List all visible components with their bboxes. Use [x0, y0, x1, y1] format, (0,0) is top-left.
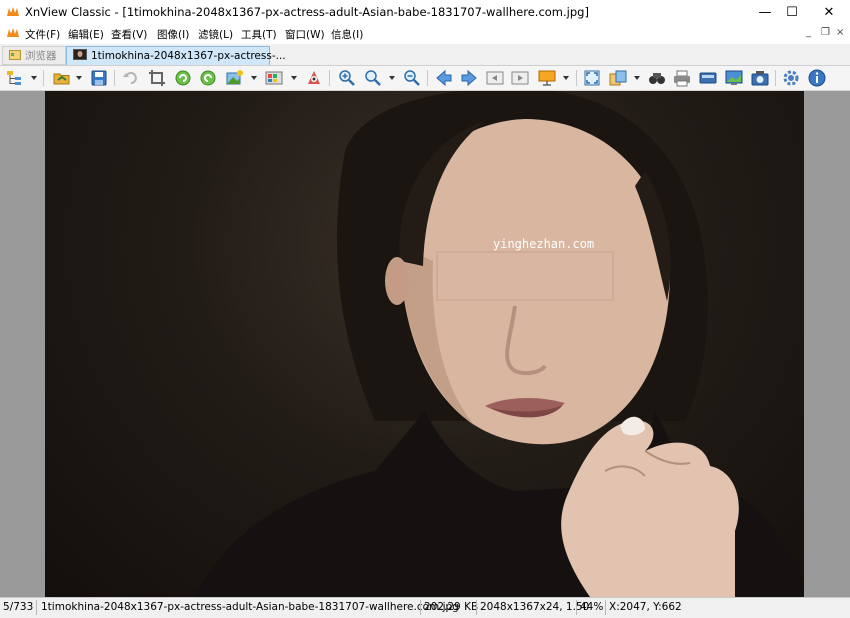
- browser-tab-icon: [9, 49, 21, 63]
- capture-icon[interactable]: [750, 68, 770, 88]
- tab-bar: 浏览器 1timokhina-2048x1367-px-actress-...: [0, 44, 850, 66]
- status-filesize: 202.29 KB: [424, 601, 479, 613]
- status-separator: [420, 600, 421, 615]
- close-button[interactable]: ✕: [812, 0, 846, 24]
- next-icon[interactable]: [459, 68, 479, 88]
- set-wallpaper-icon[interactable]: [724, 68, 744, 88]
- status-dimensions: 2048x1367x24, 1.50: [480, 601, 590, 613]
- image-viewer[interactable]: yinghezhan.com: [0, 91, 850, 597]
- settings-icon[interactable]: [781, 68, 801, 88]
- red-eye-icon[interactable]: [304, 68, 324, 88]
- status-separator: [605, 600, 606, 615]
- portrait-image: [195, 91, 804, 597]
- open-folder-icon[interactable]: [52, 68, 72, 88]
- zoom-dropdown[interactable]: [389, 76, 395, 80]
- app-menu-icon[interactable]: [6, 27, 20, 42]
- zoom-in-icon[interactable]: [337, 68, 357, 88]
- menu-filter[interactable]: 滤镜(L): [198, 27, 233, 42]
- tab-image[interactable]: 1timokhina-2048x1367-px-actress-...: [66, 46, 286, 65]
- status-separator: [476, 600, 477, 615]
- tab-browser[interactable]: 浏览器: [2, 46, 66, 65]
- save-icon[interactable]: [89, 68, 109, 88]
- tree-view-dropdown[interactable]: [31, 76, 37, 80]
- mdi-minimize-button[interactable]: _: [806, 27, 811, 38]
- status-separator: [576, 600, 577, 615]
- rotate-right-icon[interactable]: [198, 68, 218, 88]
- menu-view[interactable]: 查看(V): [111, 27, 147, 42]
- color-dropdown[interactable]: [291, 76, 297, 80]
- toolbar-separator: [427, 70, 428, 86]
- print-icon[interactable]: [672, 68, 692, 88]
- first-image-icon[interactable]: [485, 68, 505, 88]
- status-separator: [36, 600, 37, 615]
- info-icon[interactable]: [807, 68, 827, 88]
- last-image-icon[interactable]: [510, 68, 530, 88]
- scan-icon[interactable]: [698, 68, 718, 88]
- status-bar: 5/733 1timokhina-2048x1367-px-actress-ad…: [0, 597, 850, 618]
- color-palette-icon[interactable]: [264, 68, 284, 88]
- toolbar-separator: [329, 70, 330, 86]
- maximize-button[interactable]: ☐: [775, 0, 809, 24]
- window-title: XnView Classic - [1timokhina-2048x1367-p…: [25, 5, 589, 19]
- status-zoom: 44%: [580, 601, 604, 613]
- status-filename: 1timokhina-2048x1367-px-actress-adult-As…: [41, 601, 459, 613]
- menu-window[interactable]: 窗口(W): [285, 27, 325, 42]
- tab-browser-label: 浏览器: [25, 50, 57, 62]
- rotate-left-icon[interactable]: [173, 68, 193, 88]
- tab-image-label: 1timokhina-2048x1367-px-actress-...: [91, 50, 286, 62]
- open-dropdown[interactable]: [76, 76, 82, 80]
- status-index: 5/733: [3, 601, 34, 613]
- crop-icon[interactable]: [147, 68, 167, 88]
- zoom-icon[interactable]: [363, 68, 383, 88]
- title-bar: XnView Classic - [1timokhina-2048x1367-p…: [0, 0, 850, 24]
- image-tab-icon: [73, 49, 87, 63]
- slideshow-icon[interactable]: [537, 68, 557, 88]
- menu-tools[interactable]: 工具(T): [241, 27, 277, 42]
- toolbar-separator: [43, 70, 44, 86]
- slideshow-dropdown[interactable]: [563, 76, 569, 80]
- xnview-logo-icon: [6, 6, 20, 21]
- menu-bar: 文件(F) 编辑(E) 查看(V) 图像(I) 滤镜(L) 工具(T) 窗口(W…: [0, 24, 850, 44]
- compare-dropdown[interactable]: [634, 76, 640, 80]
- status-coords: X:2047, Y:662: [609, 601, 682, 613]
- find-icon[interactable]: [647, 68, 667, 88]
- watermark-text: yinghezhan.com: [493, 237, 595, 251]
- mdi-close-button[interactable]: ×: [836, 27, 844, 38]
- adjust-icon[interactable]: [225, 68, 245, 88]
- adjust-dropdown[interactable]: [251, 76, 257, 80]
- fullscreen-icon[interactable]: [582, 68, 602, 88]
- menu-file[interactable]: 文件(F): [25, 27, 60, 42]
- tree-view-icon[interactable]: [5, 68, 25, 88]
- compare-icon[interactable]: [608, 68, 628, 88]
- toolbar-separator: [775, 70, 776, 86]
- mdi-restore-button[interactable]: ❐: [821, 27, 830, 38]
- displayed-photo[interactable]: yinghezhan.com: [45, 91, 804, 597]
- toolbar-separator: [576, 70, 577, 86]
- menu-edit[interactable]: 编辑(E): [68, 27, 104, 42]
- menu-info[interactable]: 信息(I): [331, 27, 363, 42]
- menu-image[interactable]: 图像(I): [157, 27, 189, 42]
- previous-icon[interactable]: [434, 68, 454, 88]
- toolbar: [0, 66, 850, 91]
- toolbar-separator: [114, 70, 115, 86]
- undo-icon[interactable]: [121, 68, 141, 88]
- zoom-out-icon[interactable]: [402, 68, 422, 88]
